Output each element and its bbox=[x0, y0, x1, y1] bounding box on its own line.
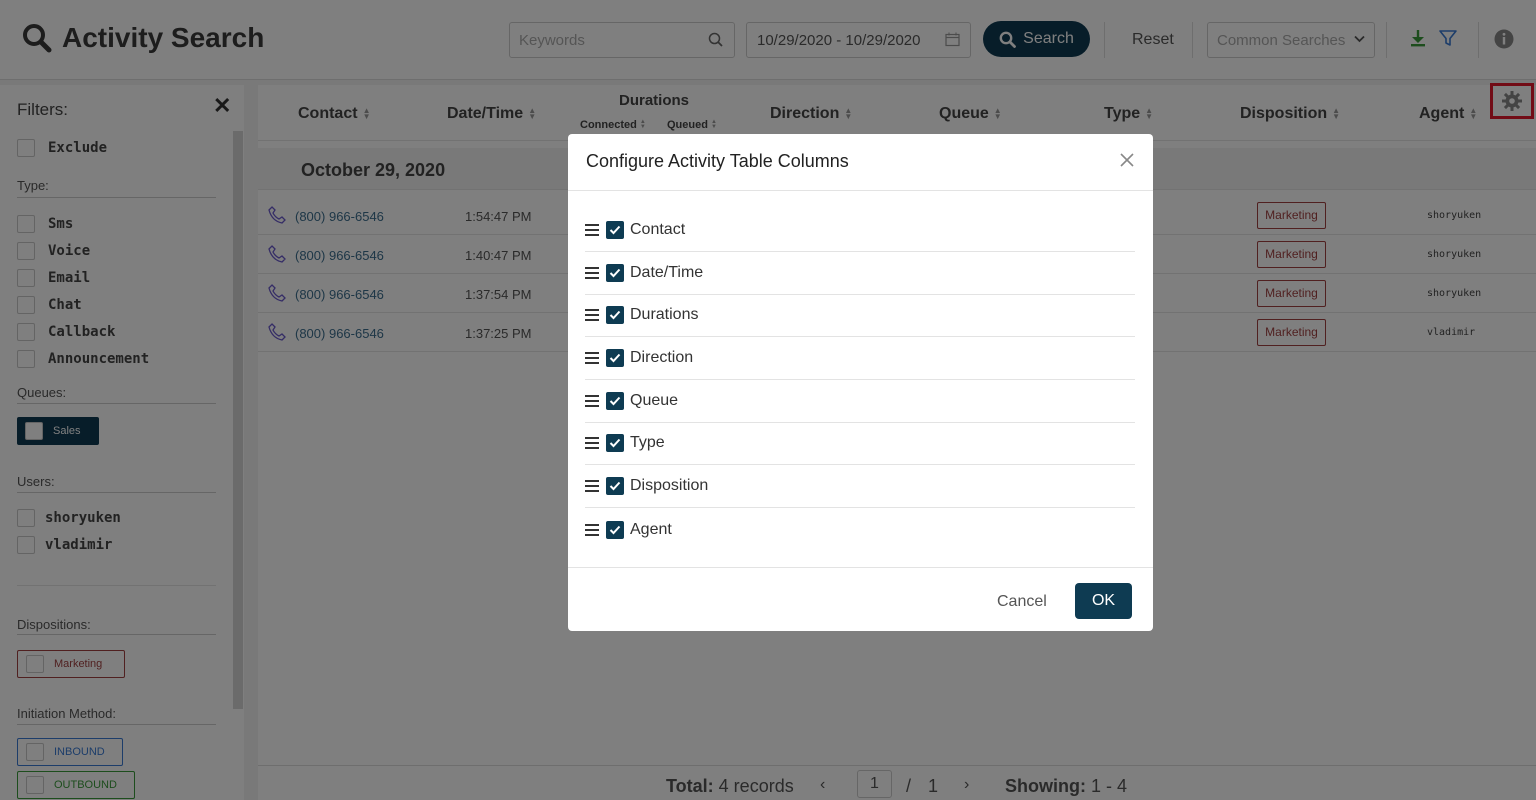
drag-handle-icon[interactable] bbox=[585, 480, 599, 492]
ok-button[interactable]: OK bbox=[1075, 583, 1132, 619]
checkbox-checked[interactable] bbox=[606, 264, 624, 282]
drag-handle-icon[interactable] bbox=[585, 352, 599, 364]
configure-columns-modal: Configure Activity Table Columns Contact… bbox=[568, 134, 1153, 631]
column-option-agent[interactable]: Agent bbox=[585, 508, 1135, 551]
column-option-label: Direction bbox=[630, 349, 694, 366]
checkbox-checked[interactable] bbox=[606, 392, 624, 410]
drag-handle-icon[interactable] bbox=[585, 224, 599, 236]
modal-footer: Cancel OK bbox=[568, 567, 1153, 631]
drag-handle-icon[interactable] bbox=[585, 437, 599, 449]
column-option-label: Queue bbox=[630, 392, 679, 409]
column-option-label: Disposition bbox=[630, 477, 709, 494]
column-option-label: Agent bbox=[630, 520, 672, 538]
drag-handle-icon[interactable] bbox=[585, 309, 599, 321]
checkbox-checked[interactable] bbox=[606, 221, 624, 239]
checkbox-checked[interactable] bbox=[606, 349, 624, 367]
column-option-datetime[interactable]: Date/Time bbox=[585, 252, 1135, 295]
checkbox-checked[interactable] bbox=[606, 306, 624, 324]
modal-header: Configure Activity Table Columns bbox=[568, 134, 1153, 191]
column-option-contact[interactable]: Contact bbox=[585, 209, 1135, 252]
checkbox-checked[interactable] bbox=[606, 520, 624, 539]
column-option-queue[interactable]: Queue bbox=[585, 380, 1135, 423]
column-option-label: Durations bbox=[630, 306, 699, 323]
checkbox-checked[interactable] bbox=[606, 434, 624, 452]
drag-handle-icon[interactable] bbox=[585, 267, 599, 279]
cancel-button[interactable]: Cancel bbox=[997, 593, 1047, 611]
close-icon[interactable] bbox=[1119, 152, 1135, 168]
column-option-direction[interactable]: Direction bbox=[585, 337, 1135, 380]
modal-title: Configure Activity Table Columns bbox=[586, 151, 849, 171]
column-option-type[interactable]: Type bbox=[585, 422, 1135, 465]
checkbox-checked[interactable] bbox=[606, 477, 624, 495]
column-option-disposition[interactable]: Disposition bbox=[585, 465, 1135, 508]
drag-handle-icon[interactable] bbox=[585, 523, 599, 536]
column-option-label: Contact bbox=[630, 221, 686, 238]
column-option-label: Date/Time bbox=[630, 264, 704, 281]
column-option-label: Type bbox=[630, 434, 665, 451]
drag-handle-icon[interactable] bbox=[585, 395, 599, 407]
column-option-durations[interactable]: Durations bbox=[585, 294, 1135, 337]
